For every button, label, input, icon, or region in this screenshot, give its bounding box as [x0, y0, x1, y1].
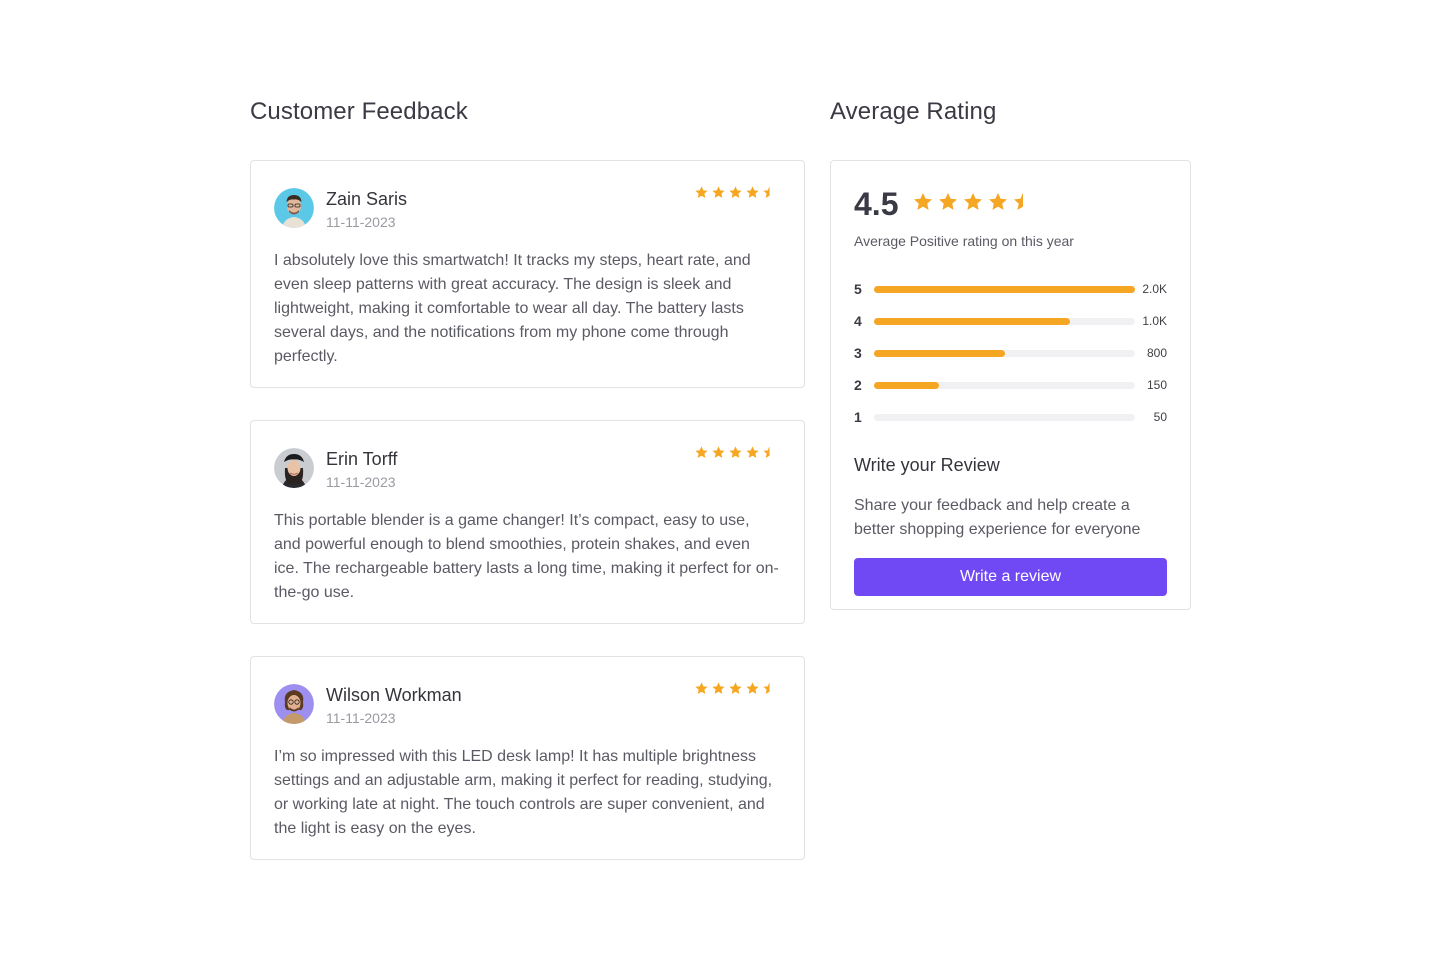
rating-bar-row: 1 50 — [854, 401, 1167, 433]
rating-bar-track — [874, 381, 1135, 389]
rating-bar-label: 2 — [854, 377, 862, 393]
review-date: 11-11-2023 — [326, 710, 396, 726]
star-icon — [745, 445, 760, 465]
star-icon — [728, 185, 743, 205]
star-icon — [937, 191, 959, 218]
rating-bar-label: 3 — [854, 345, 862, 361]
review-date: 11-11-2023 — [326, 214, 396, 230]
rating-bar-track — [874, 413, 1135, 421]
rating-bar-fill — [874, 349, 1005, 357]
review-card: Wilson Workman 11-11-2023 I’m so impress… — [250, 656, 805, 860]
rating-bar-row: 4 1.0K — [854, 305, 1167, 337]
half-star-icon — [762, 681, 777, 701]
rating-bar-fill — [874, 381, 940, 389]
review-text: This portable blender is a game changer!… — [274, 512, 779, 601]
average-rating-card: 4.5 Average Positive rating on this year… — [830, 160, 1191, 610]
review-card: Zain Saris 11-11-2023 I absolutely love … — [250, 160, 805, 388]
avatar — [274, 448, 314, 488]
write-review-text: Share your feedback and help create a be… — [854, 497, 1141, 538]
rating-breakdown: 5 2.0K 4 1.0K 3 800 2 150 1 50 — [854, 273, 1167, 433]
rating-bar-label: 1 — [854, 409, 862, 425]
write-review-button[interactable]: Write a review — [854, 558, 1167, 596]
average-rating-caption: Average Positive rating on this year — [854, 233, 1074, 249]
star-icon — [711, 681, 726, 701]
star-icon — [711, 445, 726, 465]
rating-bar-fill — [874, 285, 1135, 293]
review-date: 11-11-2023 — [326, 474, 396, 490]
star-icon — [912, 191, 934, 218]
rating-bar-track — [874, 285, 1135, 293]
average-rating-title: Average Rating — [830, 98, 997, 125]
avatar — [274, 684, 314, 724]
average-rating-value: 4.5 — [854, 186, 899, 222]
rating-bar-label: 4 — [854, 313, 862, 329]
rating-bar-row: 2 150 — [854, 369, 1167, 401]
review-star-rating — [694, 185, 777, 205]
rating-bar-count: 150 — [1146, 378, 1167, 392]
write-review-title: Write your Review — [854, 455, 1000, 475]
star-icon — [694, 185, 709, 205]
review-star-rating — [694, 681, 777, 701]
half-star-icon — [762, 185, 777, 205]
rating-bar-count: 2.0K — [1142, 282, 1167, 296]
rating-bar-row: 3 800 — [854, 337, 1167, 369]
rating-bar-row: 5 2.0K — [854, 273, 1167, 305]
reviewer-name: Erin Torff — [326, 449, 398, 469]
review-card: Erin Torff 11-11-2023 This portable blen… — [250, 420, 805, 624]
reviewer-name: Zain Saris — [326, 189, 408, 209]
star-icon — [711, 185, 726, 205]
half-star-icon — [1012, 191, 1034, 218]
rating-bar-count: 1.0K — [1142, 314, 1167, 328]
reviewer-name: Wilson Workman — [326, 685, 462, 705]
rating-bar-count: 50 — [1153, 410, 1167, 424]
review-text: I’m so impressed with this LED desk lamp… — [274, 748, 773, 837]
rating-bar-fill — [874, 317, 1070, 325]
rating-bar-track — [874, 317, 1135, 325]
rating-bar-count: 800 — [1146, 346, 1167, 360]
star-icon — [694, 445, 709, 465]
star-icon — [728, 681, 743, 701]
customer-feedback-title: Customer Feedback — [250, 98, 468, 125]
review-star-rating — [694, 445, 777, 465]
star-icon — [745, 185, 760, 205]
avatar — [274, 188, 314, 228]
star-icon — [728, 445, 743, 465]
average-star-rating — [912, 191, 1034, 218]
half-star-icon — [762, 445, 777, 465]
star-icon — [694, 681, 709, 701]
star-icon — [987, 191, 1009, 218]
rating-bar-track — [874, 349, 1135, 357]
star-icon — [962, 191, 984, 218]
review-text: I absolutely love this smartwatch! It tr… — [274, 252, 751, 365]
rating-bar-label: 5 — [854, 281, 862, 297]
star-icon — [745, 681, 760, 701]
